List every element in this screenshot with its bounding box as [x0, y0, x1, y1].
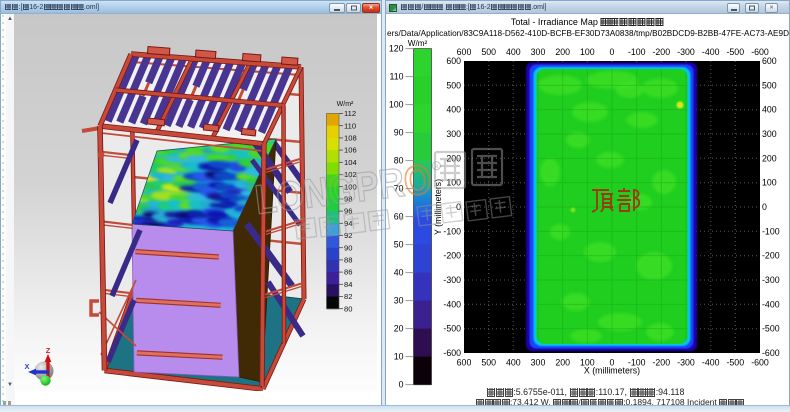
svg-text:X: X	[24, 362, 29, 371]
svg-text:-300: -300	[677, 47, 695, 57]
svg-text:82: 82	[344, 292, 352, 301]
svg-text:0: 0	[762, 202, 767, 212]
svg-text:-400: -400	[702, 358, 720, 368]
svg-text:100: 100	[389, 100, 404, 110]
svg-text:-600: -600	[762, 348, 780, 358]
svg-text:40: 40	[394, 268, 404, 278]
svg-text:300: 300	[531, 358, 546, 368]
svg-text:108: 108	[344, 134, 357, 143]
svg-text:300: 300	[531, 47, 546, 57]
svg-text:500: 500	[481, 47, 496, 57]
svg-text:50: 50	[394, 240, 404, 250]
svg-text:90: 90	[394, 128, 404, 138]
svg-text:30: 30	[394, 296, 404, 306]
svg-text:500: 500	[481, 358, 496, 368]
svg-text:-300: -300	[677, 358, 695, 368]
svg-text:-100: -100	[628, 47, 646, 57]
svg-text:120: 120	[389, 44, 404, 54]
svg-text:600: 600	[762, 56, 777, 66]
svg-text:-200: -200	[652, 358, 670, 368]
svg-text:-100: -100	[762, 226, 780, 236]
svg-text:0: 0	[399, 380, 404, 390]
svg-text:W/m²: W/m²	[408, 39, 428, 48]
svg-text:106: 106	[344, 146, 357, 155]
svg-text:-100: -100	[443, 226, 461, 236]
svg-text:Z: Z	[46, 346, 51, 355]
svg-text:500: 500	[762, 80, 777, 90]
svg-text:-300: -300	[762, 275, 780, 285]
svg-text:-600: -600	[751, 358, 769, 368]
svg-text:110: 110	[389, 72, 403, 82]
svg-text:400: 400	[506, 47, 521, 57]
svg-text:-500: -500	[726, 47, 744, 57]
svg-text:100: 100	[762, 178, 777, 188]
svg-text:-200: -200	[443, 251, 461, 261]
svg-text:80: 80	[344, 304, 352, 313]
svg-text:-200: -200	[762, 251, 780, 261]
svg-text:88: 88	[344, 256, 352, 265]
svg-text:112: 112	[344, 109, 356, 118]
svg-text:600: 600	[457, 358, 472, 368]
svg-text:-500: -500	[762, 324, 780, 334]
svg-text:X (millimeters): X (millimeters)	[584, 366, 640, 376]
svg-text:W/m²: W/m²	[337, 101, 354, 108]
svg-text:84: 84	[344, 280, 352, 289]
svg-text:400: 400	[506, 358, 521, 368]
svg-text:300: 300	[446, 129, 461, 139]
svg-text:200: 200	[555, 358, 570, 368]
svg-text:-300: -300	[443, 275, 461, 285]
svg-text:600: 600	[446, 56, 461, 66]
svg-text:300: 300	[762, 129, 777, 139]
svg-text:400: 400	[762, 105, 777, 115]
svg-text:400: 400	[446, 105, 461, 115]
svg-text:-600: -600	[443, 348, 461, 358]
svg-text:500: 500	[446, 80, 461, 90]
svg-text:200: 200	[762, 153, 777, 163]
svg-text:-500: -500	[726, 358, 744, 368]
svg-text:O: O	[401, 156, 433, 205]
svg-text:200: 200	[555, 47, 570, 57]
svg-text:-400: -400	[762, 299, 780, 309]
svg-text:86: 86	[344, 268, 352, 277]
svg-text:0: 0	[610, 47, 615, 57]
svg-text:110: 110	[344, 121, 356, 130]
svg-text:10: 10	[394, 352, 404, 362]
svg-text:-400: -400	[702, 47, 720, 57]
svg-text:-200: -200	[652, 47, 670, 57]
svg-text:-400: -400	[443, 299, 461, 309]
svg-text:100: 100	[580, 47, 595, 57]
svg-text:92: 92	[344, 231, 352, 240]
svg-text:20: 20	[394, 324, 404, 334]
svg-text:-500: -500	[443, 324, 461, 334]
svg-text:90: 90	[344, 243, 352, 252]
